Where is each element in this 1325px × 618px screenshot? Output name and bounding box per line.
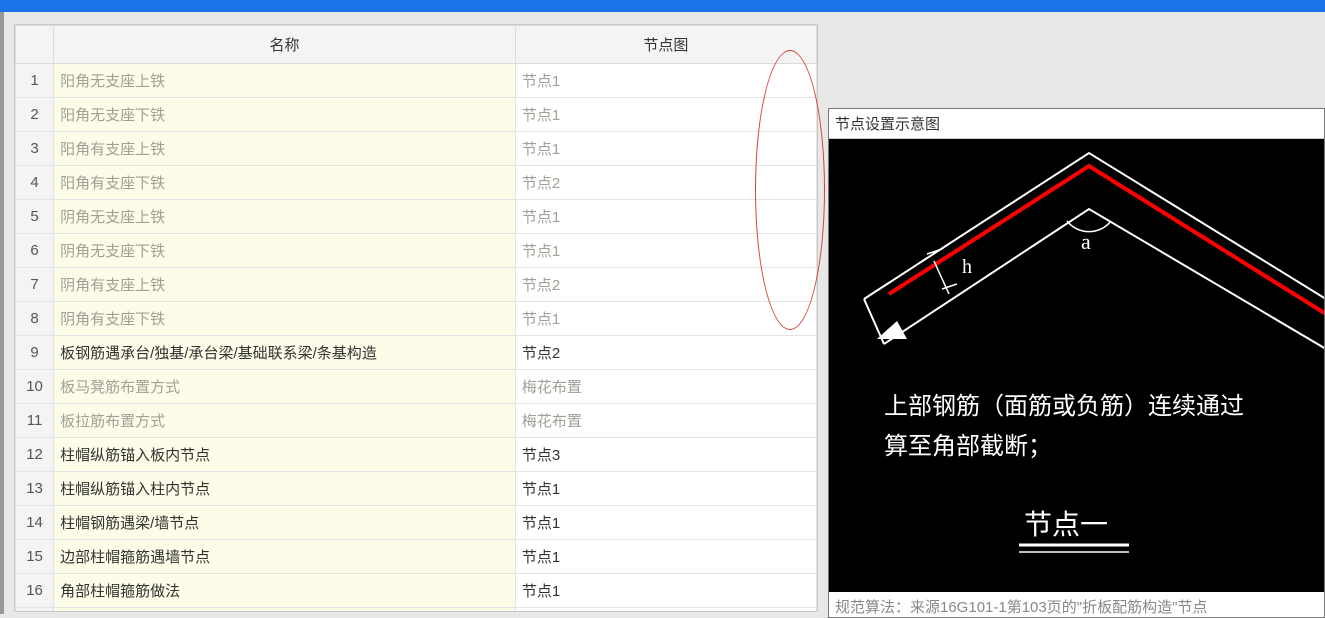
node-cell[interactable]: 节点1 <box>515 472 816 506</box>
desc-line2: 算至角部截断； <box>884 433 1052 460</box>
main-area: 名称 节点图 1阳角无支座上铁节点12阳角无支座下铁节点13阳角有支座上铁节点1… <box>0 12 1325 614</box>
rownum-cell: 7 <box>16 268 54 302</box>
rownum-cell: 2 <box>16 98 54 132</box>
node-cell[interactable]: 节点2 <box>515 268 816 302</box>
desc-line1: 上部钢筋（面筋或负筋）连续通过 <box>884 393 1244 420</box>
table-row[interactable]: 11板拉筋布置方式梅花布置 <box>16 404 817 438</box>
name-cell[interactable]: 阴角无支座下铁 <box>54 234 516 268</box>
diagram-panel-title: 节点设置示意图 <box>829 109 1324 139</box>
table-row[interactable]: 17板受力筋锚入柱墩/柱帽节点节点1 <box>16 608 817 613</box>
node-title: 节点一 <box>1024 509 1108 540</box>
node-cell[interactable]: 梅花布置 <box>515 370 816 404</box>
table-row[interactable]: 13柱帽纵筋锚入柱内节点节点1 <box>16 472 817 506</box>
name-cell[interactable]: 阴角有支座下铁 <box>54 302 516 336</box>
name-cell[interactable]: 阳角有支座上铁 <box>54 132 516 166</box>
rownum-cell: 17 <box>16 608 54 613</box>
table-row[interactable]: 2阳角无支座下铁节点1 <box>16 98 817 132</box>
rownum-cell: 1 <box>16 64 54 98</box>
col-node: 节点图 <box>515 26 816 64</box>
table-row[interactable]: 12柱帽纵筋锚入板内节点节点3 <box>16 438 817 472</box>
name-cell[interactable]: 阳角有支座下铁 <box>54 166 516 200</box>
rownum-cell: 6 <box>16 234 54 268</box>
table-row[interactable]: 6阴角无支座下铁节点1 <box>16 234 817 268</box>
name-cell[interactable]: 柱帽纵筋锚入板内节点 <box>54 438 516 472</box>
rownum-cell: 4 <box>16 166 54 200</box>
table-row[interactable]: 4阳角有支座下铁节点2 <box>16 166 817 200</box>
rownum-cell: 15 <box>16 540 54 574</box>
node-cell[interactable]: 节点1 <box>515 200 816 234</box>
col-name: 名称 <box>54 26 516 64</box>
node-cell[interactable]: 节点1 <box>515 302 816 336</box>
table-row[interactable]: 5阴角无支座上铁节点1 <box>16 200 817 234</box>
label-a: a <box>1081 229 1091 254</box>
diagram-panel: 节点设置示意图 h a 上部钢筋（面筋或 <box>828 108 1325 618</box>
rownum-cell: 12 <box>16 438 54 472</box>
rownum-cell: 14 <box>16 506 54 540</box>
table-row[interactable]: 7阴角有支座上铁节点2 <box>16 268 817 302</box>
table-row[interactable]: 15边部柱帽箍筋遇墙节点节点1 <box>16 540 817 574</box>
table-row[interactable]: 8阴角有支座下铁节点1 <box>16 302 817 336</box>
rownum-cell: 3 <box>16 132 54 166</box>
rownum-cell: 9 <box>16 336 54 370</box>
name-cell[interactable]: 板钢筋遇承台/独基/承台梁/基础联系梁/条基构造 <box>54 336 516 370</box>
table-row[interactable]: 3阳角有支座上铁节点1 <box>16 132 817 166</box>
rownum-cell: 11 <box>16 404 54 438</box>
name-cell[interactable]: 阳角无支座下铁 <box>54 98 516 132</box>
table-row[interactable]: 9板钢筋遇承台/独基/承台梁/基础联系梁/条基构造节点2 <box>16 336 817 370</box>
name-cell[interactable]: 柱帽钢筋遇梁/墙节点 <box>54 506 516 540</box>
node-cell[interactable]: 节点1 <box>515 234 816 268</box>
name-cell[interactable]: 阳角无支座上铁 <box>54 64 516 98</box>
name-cell[interactable]: 边部柱帽箍筋遇墙节点 <box>54 540 516 574</box>
rownum-cell: 5 <box>16 200 54 234</box>
table-row[interactable]: 16角部柱帽箍筋做法节点1 <box>16 574 817 608</box>
name-cell[interactable]: 角部柱帽箍筋做法 <box>54 574 516 608</box>
node-cell[interactable]: 梅花布置 <box>515 404 816 438</box>
table-row[interactable]: 10板马凳筋布置方式梅花布置 <box>16 370 817 404</box>
title-bar <box>0 0 1325 12</box>
node-cell[interactable]: 节点1 <box>515 574 816 608</box>
col-rownum <box>16 26 54 64</box>
rownum-cell: 10 <box>16 370 54 404</box>
table-row[interactable]: 1阳角无支座上铁节点1 <box>16 64 817 98</box>
node-cell[interactable]: 节点1 <box>515 132 816 166</box>
node-cell[interactable]: 节点1 <box>515 64 816 98</box>
name-cell[interactable]: 柱帽纵筋锚入柱内节点 <box>54 472 516 506</box>
name-cell[interactable]: 阴角有支座上铁 <box>54 268 516 302</box>
node-table-wrap: 名称 节点图 1阳角无支座上铁节点12阳角无支座下铁节点13阳角有支座上铁节点1… <box>14 24 818 612</box>
diagram-footer: 规范算法：来源16G101-1第103页的"折板配筋构造"节点 <box>829 592 1324 617</box>
diagram-svg: h a 上部钢筋（面筋或负筋）连续通过 算至角部截断； 节点一 <box>829 139 1324 579</box>
name-cell[interactable]: 阴角无支座上铁 <box>54 200 516 234</box>
node-cell[interactable]: 节点2 <box>515 166 816 200</box>
table-row[interactable]: 14柱帽钢筋遇梁/墙节点节点1 <box>16 506 817 540</box>
table-header-row: 名称 节点图 <box>16 26 817 64</box>
name-cell[interactable]: 板拉筋布置方式 <box>54 404 516 438</box>
label-h: h <box>962 256 972 278</box>
rownum-cell: 16 <box>16 574 54 608</box>
diagram-area: h a 上部钢筋（面筋或负筋）连续通过 算至角部截断； 节点一 <box>829 139 1324 592</box>
name-cell[interactable]: 板受力筋锚入柱墩/柱帽节点 <box>54 608 516 613</box>
node-cell[interactable]: 节点1 <box>515 506 816 540</box>
node-cell[interactable]: 节点2 <box>515 336 816 370</box>
node-table: 名称 节点图 1阳角无支座上铁节点12阳角无支座下铁节点13阳角有支座上铁节点1… <box>15 25 817 612</box>
node-cell[interactable]: 节点1 <box>515 98 816 132</box>
node-cell[interactable]: 节点1 <box>515 540 816 574</box>
name-cell[interactable]: 板马凳筋布置方式 <box>54 370 516 404</box>
rownum-cell: 8 <box>16 302 54 336</box>
node-cell[interactable]: 节点1 <box>515 608 816 613</box>
node-cell[interactable]: 节点3 <box>515 438 816 472</box>
rownum-cell: 13 <box>16 472 54 506</box>
